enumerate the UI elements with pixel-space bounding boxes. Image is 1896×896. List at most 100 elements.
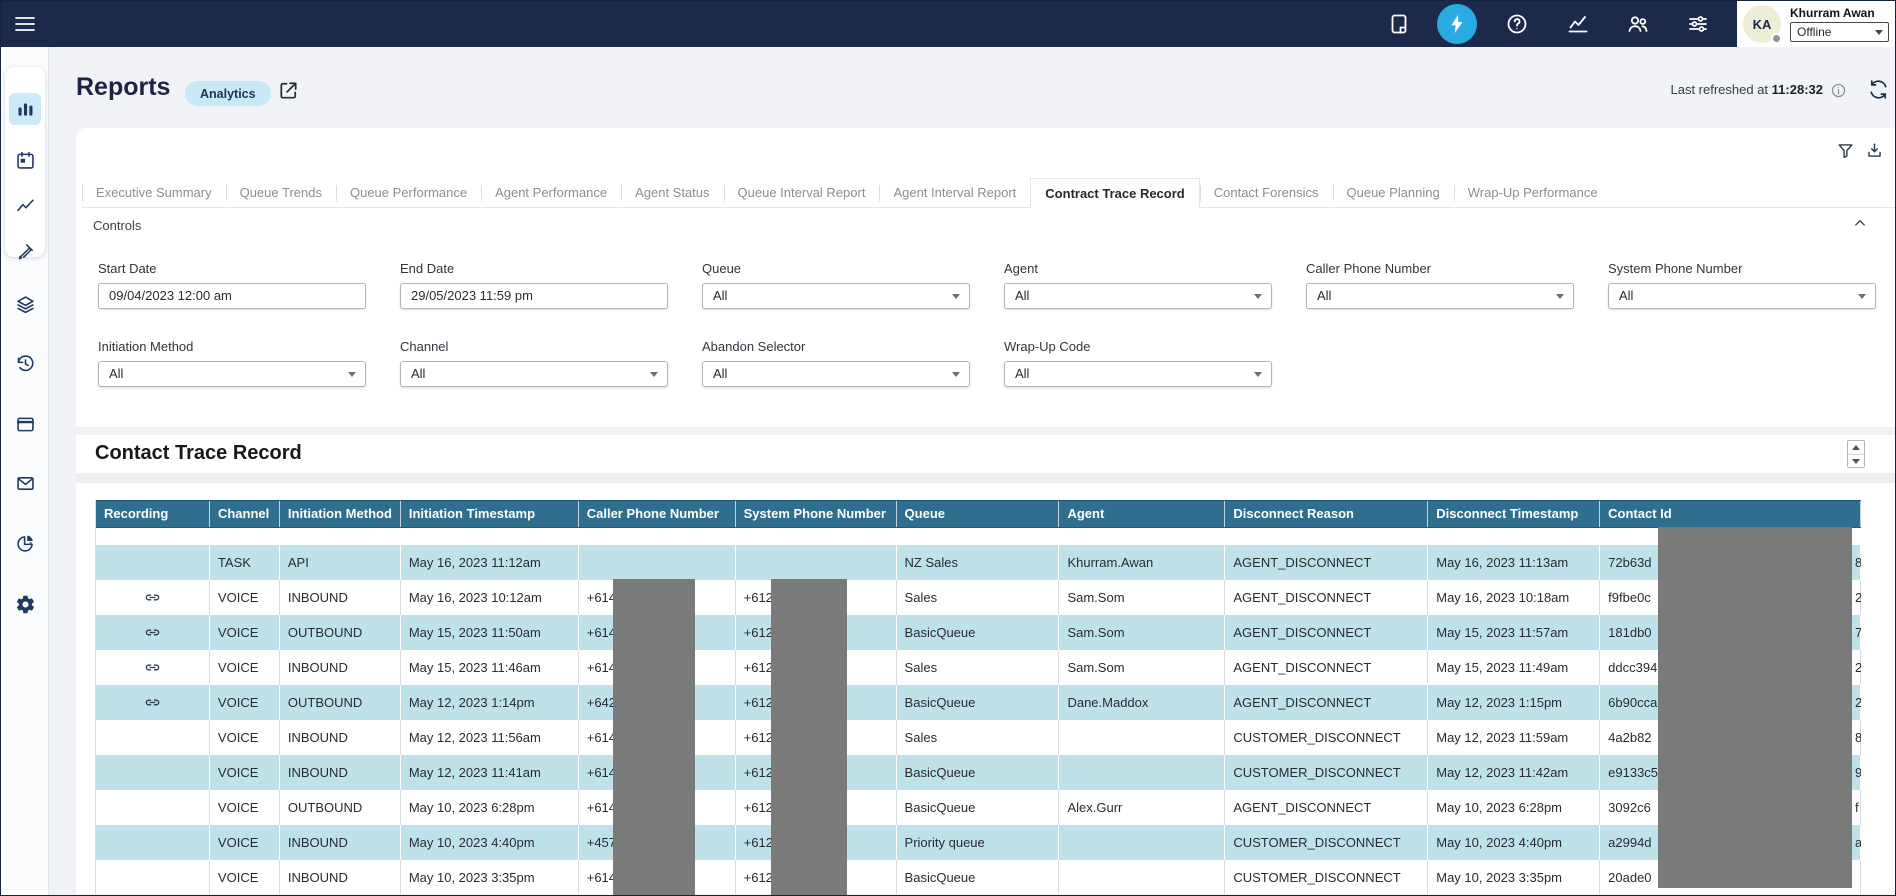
design-icon xyxy=(15,241,36,262)
status-select[interactable]: Offline xyxy=(1790,22,1889,42)
sidebar-item-window-icon[interactable] xyxy=(9,408,41,440)
sidebar-item-design-icon[interactable] xyxy=(9,235,41,267)
table-row: VOICEINBOUNDMay 10, 2023 4:40pm+457+612P… xyxy=(96,825,1861,860)
scroll-up-button[interactable] xyxy=(1848,441,1864,454)
cell-queue: BasicQueue xyxy=(897,615,1060,650)
column-header-initiation-method[interactable]: Initiation Method xyxy=(280,501,401,527)
column-header-recording[interactable]: Recording xyxy=(96,501,210,527)
field-label: Queue xyxy=(702,261,970,276)
field-wrap-up-code: Wrap-Up CodeAll xyxy=(1004,339,1272,387)
download-icon[interactable] xyxy=(1865,141,1884,160)
recording-icon[interactable] xyxy=(143,693,162,712)
info-icon[interactable] xyxy=(1830,82,1847,99)
tab-executive-summary[interactable]: Executive Summary xyxy=(82,178,226,207)
cell-initiation-timestamp: May 12, 2023 11:41am xyxy=(401,755,579,790)
system-phone-number-select[interactable]: All xyxy=(1608,283,1876,309)
agent-select[interactable]: All xyxy=(1004,283,1272,309)
sidebar-item-line-chart-icon[interactable] xyxy=(9,189,41,221)
scroll-down-button[interactable] xyxy=(1848,454,1864,467)
sidebar-item-history-icon[interactable] xyxy=(9,347,41,379)
cell-channel: VOICE xyxy=(210,790,280,825)
tab-queue-planning[interactable]: Queue Planning xyxy=(1333,178,1454,207)
help-icon[interactable] xyxy=(1505,12,1529,36)
cell-channel: VOICE xyxy=(210,720,280,755)
column-header-disconnect-reason[interactable]: Disconnect Reason xyxy=(1225,501,1428,527)
column-header-system-phone-number[interactable]: System Phone Number xyxy=(736,501,897,527)
recording-icon[interactable] xyxy=(143,658,162,677)
column-header-channel[interactable]: Channel xyxy=(210,501,280,527)
field-agent: AgentAll xyxy=(1004,261,1272,309)
initiation-method-select[interactable]: All xyxy=(98,361,366,387)
cell-queue: BasicQueue xyxy=(897,685,1060,720)
column-header-contact-id[interactable]: Contact Id xyxy=(1600,501,1861,527)
metrics-icon[interactable] xyxy=(1566,12,1590,36)
external-link-icon[interactable] xyxy=(277,79,300,102)
sidebar-item-reports-bar-chart-icon[interactable] xyxy=(9,93,41,125)
cell-channel: VOICE xyxy=(210,650,280,685)
contact-id-tail: 2 xyxy=(1855,580,1861,615)
tab-queue-interval-report[interactable]: Queue Interval Report xyxy=(724,178,880,207)
tab-agent-status[interactable]: Agent Status xyxy=(621,178,723,207)
abandon-selector-select[interactable]: All xyxy=(702,361,970,387)
cell-agent: Alex.Gurr xyxy=(1059,790,1225,825)
agents-icon[interactable] xyxy=(1626,12,1650,36)
wrap-up-code-select[interactable]: All xyxy=(1004,361,1272,387)
tab-contact-forensics[interactable]: Contact Forensics xyxy=(1200,178,1333,207)
contact-trace-table: RecordingChannelInitiation MethodInitiat… xyxy=(95,500,1861,894)
end-date-input[interactable]: 29/05/2023 11:59 pm xyxy=(400,283,668,309)
cell-disconnect-timestamp: May 12, 2023 11:42am xyxy=(1428,755,1600,790)
column-header-caller-phone-number[interactable]: Caller Phone Number xyxy=(579,501,736,527)
field-label: Start Date xyxy=(98,261,366,276)
tab-agent-interval-report[interactable]: Agent Interval Report xyxy=(879,178,1030,207)
sidebar-item-settings-icon[interactable] xyxy=(9,588,41,620)
contact-id-tail: 8 xyxy=(1855,545,1861,580)
collapse-chevron-up-icon[interactable] xyxy=(1851,214,1869,232)
sidebar-item-layers-icon[interactable] xyxy=(9,288,41,320)
sidebar-item-pie-chart-icon[interactable] xyxy=(9,527,41,559)
field-channel: ChannelAll xyxy=(400,339,668,387)
tab-wrap-up-performance[interactable]: Wrap-Up Performance xyxy=(1454,178,1612,207)
queue-select[interactable]: All xyxy=(702,283,970,309)
report-tabs: Executive SummaryQueue TrendsQueue Perfo… xyxy=(82,178,1895,208)
start-date-input[interactable]: 09/04/2023 12:00 am xyxy=(98,283,366,309)
recording-icon[interactable] xyxy=(143,623,162,642)
column-header-disconnect-timestamp[interactable]: Disconnect Timestamp xyxy=(1428,501,1600,527)
column-header-initiation-timestamp[interactable]: Initiation Timestamp xyxy=(401,501,579,527)
cell-channel: VOICE xyxy=(210,755,280,790)
table-row: VOICEINBOUNDMay 10, 2023 3:35pm+614+612B… xyxy=(96,860,1861,894)
sidebar-item-mail-icon[interactable] xyxy=(9,467,41,499)
table-row: VOICEINBOUNDMay 15, 2023 11:46am+614+612… xyxy=(96,650,1861,685)
contact-id-tail: 2 xyxy=(1855,685,1861,720)
recording-icon[interactable] xyxy=(143,588,162,607)
notes-icon[interactable] xyxy=(1387,12,1411,36)
preferences-icon[interactable] xyxy=(1686,12,1710,36)
column-header-agent[interactable]: Agent xyxy=(1059,501,1225,527)
app-window: KA Khurram Awan Offline Reports Analytic… xyxy=(0,0,1896,896)
tab-queue-performance[interactable]: Queue Performance xyxy=(336,178,481,207)
cell-caller-phone xyxy=(579,545,736,580)
sidebar xyxy=(1,47,49,895)
cell-initiation-timestamp: May 16, 2023 11:12am xyxy=(401,545,579,580)
cell-queue: Priority queue xyxy=(897,825,1060,860)
sidebar-item-calendar-icon[interactable] xyxy=(9,144,41,176)
cell-queue: BasicQueue xyxy=(897,860,1060,894)
analytics-badge: Analytics xyxy=(185,81,271,106)
divider xyxy=(76,473,1895,483)
refresh-icon[interactable] xyxy=(1867,78,1890,101)
tab-queue-trends[interactable]: Queue Trends xyxy=(226,178,336,207)
mail-icon xyxy=(15,473,36,494)
pie-chart-icon xyxy=(15,533,36,554)
filter-icon[interactable] xyxy=(1836,141,1855,160)
line-chart-icon xyxy=(15,195,36,216)
channel-select[interactable]: All xyxy=(400,361,668,387)
tab-agent-performance[interactable]: Agent Performance xyxy=(481,178,621,207)
recording-cell xyxy=(96,650,210,685)
cell-initiation-method: API xyxy=(280,545,401,580)
menu-icon[interactable] xyxy=(13,12,37,36)
quick-actions-icon-active[interactable] xyxy=(1437,4,1477,44)
column-header-queue[interactable]: Queue xyxy=(897,501,1060,527)
status-dot xyxy=(1771,33,1782,44)
cell-initiation-timestamp: May 15, 2023 11:46am xyxy=(401,650,579,685)
tab-contract-trace-record[interactable]: Contract Trace Record xyxy=(1030,178,1199,208)
caller-phone-number-select[interactable]: All xyxy=(1306,283,1574,309)
